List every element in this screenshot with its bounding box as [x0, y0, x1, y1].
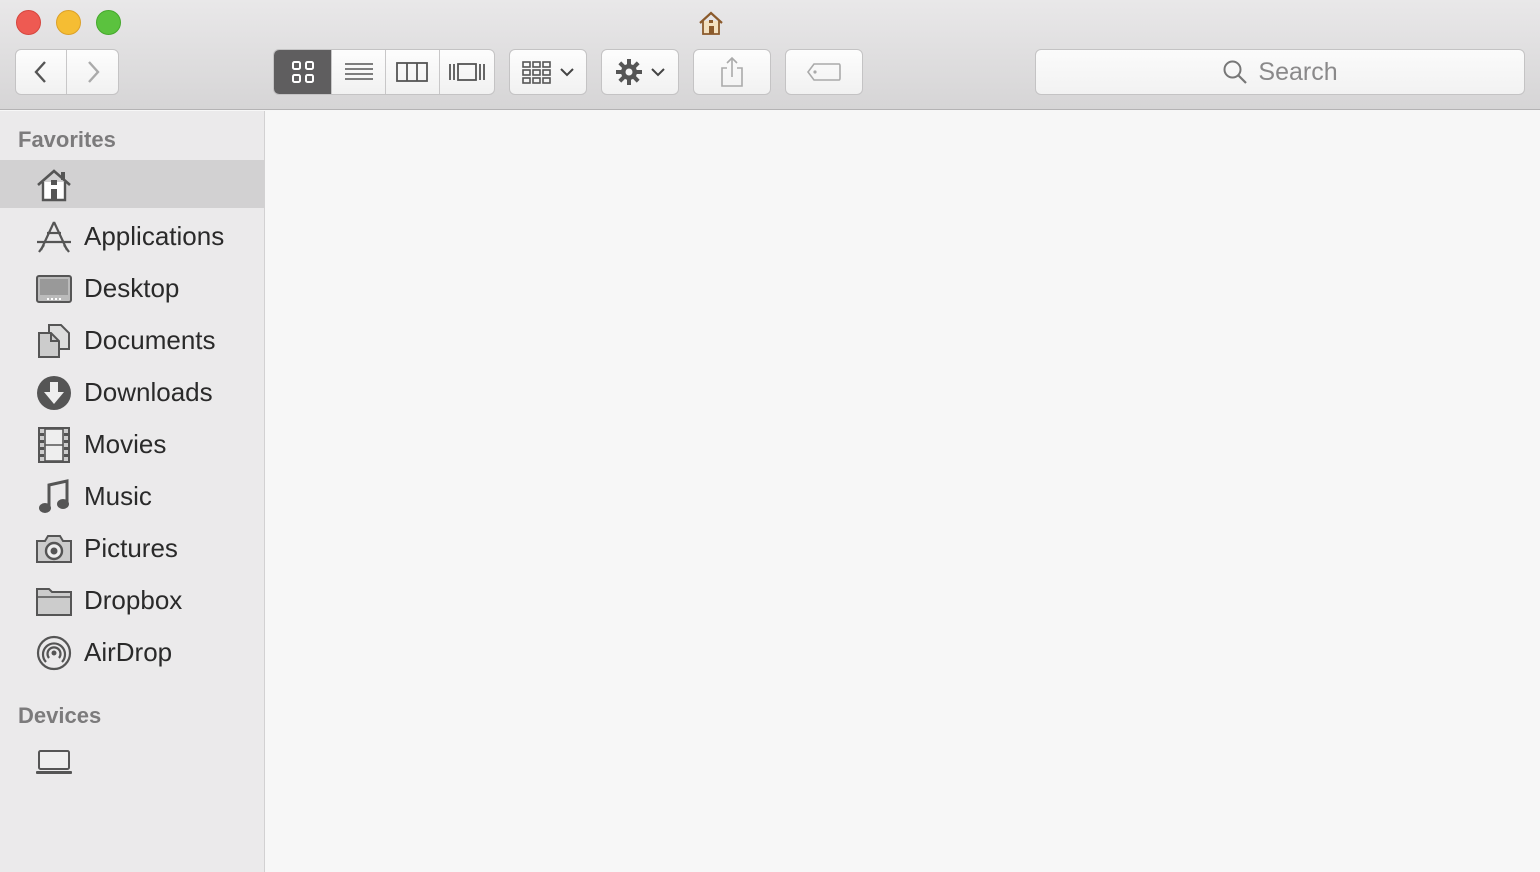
- sidebar: Favorites Applications Desktop Documents…: [0, 111, 265, 872]
- sidebar-item-label: Desktop: [84, 272, 180, 303]
- movies-icon: [35, 427, 73, 463]
- back-button[interactable]: [16, 50, 68, 94]
- arrange-grid-icon: [522, 61, 551, 84]
- window-toolbar: Search: [0, 0, 1540, 110]
- home-icon: [35, 167, 73, 203]
- search-field[interactable]: Search: [1035, 49, 1525, 95]
- music-icon: [35, 479, 73, 515]
- icon-view-icon: [291, 61, 314, 83]
- applications-icon: [35, 219, 73, 255]
- chevron-left-icon: [34, 61, 46, 83]
- action-button[interactable]: [601, 49, 679, 95]
- arrange-button[interactable]: [509, 49, 587, 95]
- chevron-down-icon: [651, 68, 665, 77]
- pictures-icon: [35, 531, 73, 567]
- cover-flow-icon: [448, 63, 485, 81]
- sidebar-item-movies[interactable]: Movies: [0, 420, 264, 468]
- search-placeholder: Search: [1258, 57, 1338, 86]
- share-button[interactable]: [693, 49, 771, 95]
- sidebar-item-label: Movies: [84, 428, 167, 459]
- icon-view-button[interactable]: [274, 50, 333, 94]
- folder-icon: [35, 583, 73, 619]
- navigation-buttons: [15, 49, 119, 95]
- tags-button[interactable]: [785, 49, 863, 95]
- desktop-icon: [35, 271, 73, 307]
- airdrop-icon: [35, 635, 73, 671]
- chevron-down-icon: [560, 68, 574, 77]
- column-view-button[interactable]: [386, 50, 440, 94]
- search-icon: [1223, 60, 1248, 84]
- sidebar-item-pictures[interactable]: Pictures: [0, 524, 264, 572]
- sidebar-item-documents[interactable]: Documents: [0, 316, 264, 364]
- sidebar-item-home[interactable]: [0, 160, 264, 208]
- cover-flow-button[interactable]: [440, 50, 495, 94]
- sidebar-item-airdrop[interactable]: AirDrop: [0, 628, 264, 676]
- minimize-window-button[interactable]: [56, 10, 81, 35]
- sidebar-item-music[interactable]: Music: [0, 472, 264, 520]
- list-view-icon: [344, 63, 373, 80]
- sidebar-item-label: Music: [84, 480, 152, 511]
- share-icon: [721, 56, 743, 87]
- maximize-window-button[interactable]: [96, 10, 121, 35]
- list-view-button[interactable]: [332, 50, 386, 94]
- sidebar-item-device-laptop[interactable]: [0, 736, 264, 784]
- column-view-icon: [396, 62, 429, 82]
- close-window-button[interactable]: [16, 10, 41, 35]
- favorites-section-title: Favorites: [18, 127, 116, 152]
- sidebar-item-applications[interactable]: Applications: [0, 212, 264, 260]
- chevron-right-icon: [87, 61, 100, 83]
- documents-icon: [35, 323, 73, 359]
- gear-icon: [616, 59, 642, 85]
- sidebar-item-label: AirDrop: [84, 636, 173, 667]
- home-icon: [699, 11, 723, 35]
- sidebar-item-label: Pictures: [84, 532, 178, 563]
- devices-section-title: Devices: [18, 703, 102, 728]
- laptop-icon: [35, 743, 73, 779]
- sidebar-item-desktop[interactable]: Desktop: [0, 264, 264, 312]
- forward-button[interactable]: [67, 50, 118, 94]
- sidebar-item-label: Applications: [84, 220, 225, 251]
- file-browser-content[interactable]: [266, 111, 1540, 872]
- sidebar-item-downloads[interactable]: Downloads: [0, 368, 264, 416]
- sidebar-item-label: Downloads: [84, 376, 213, 407]
- tag-icon: [807, 63, 841, 81]
- sidebar-item-dropbox[interactable]: Dropbox: [0, 576, 264, 624]
- view-mode-control: [273, 49, 495, 95]
- sidebar-item-label: Dropbox: [84, 584, 183, 615]
- downloads-icon: [35, 375, 73, 411]
- sidebar-item-label: Documents: [84, 324, 216, 355]
